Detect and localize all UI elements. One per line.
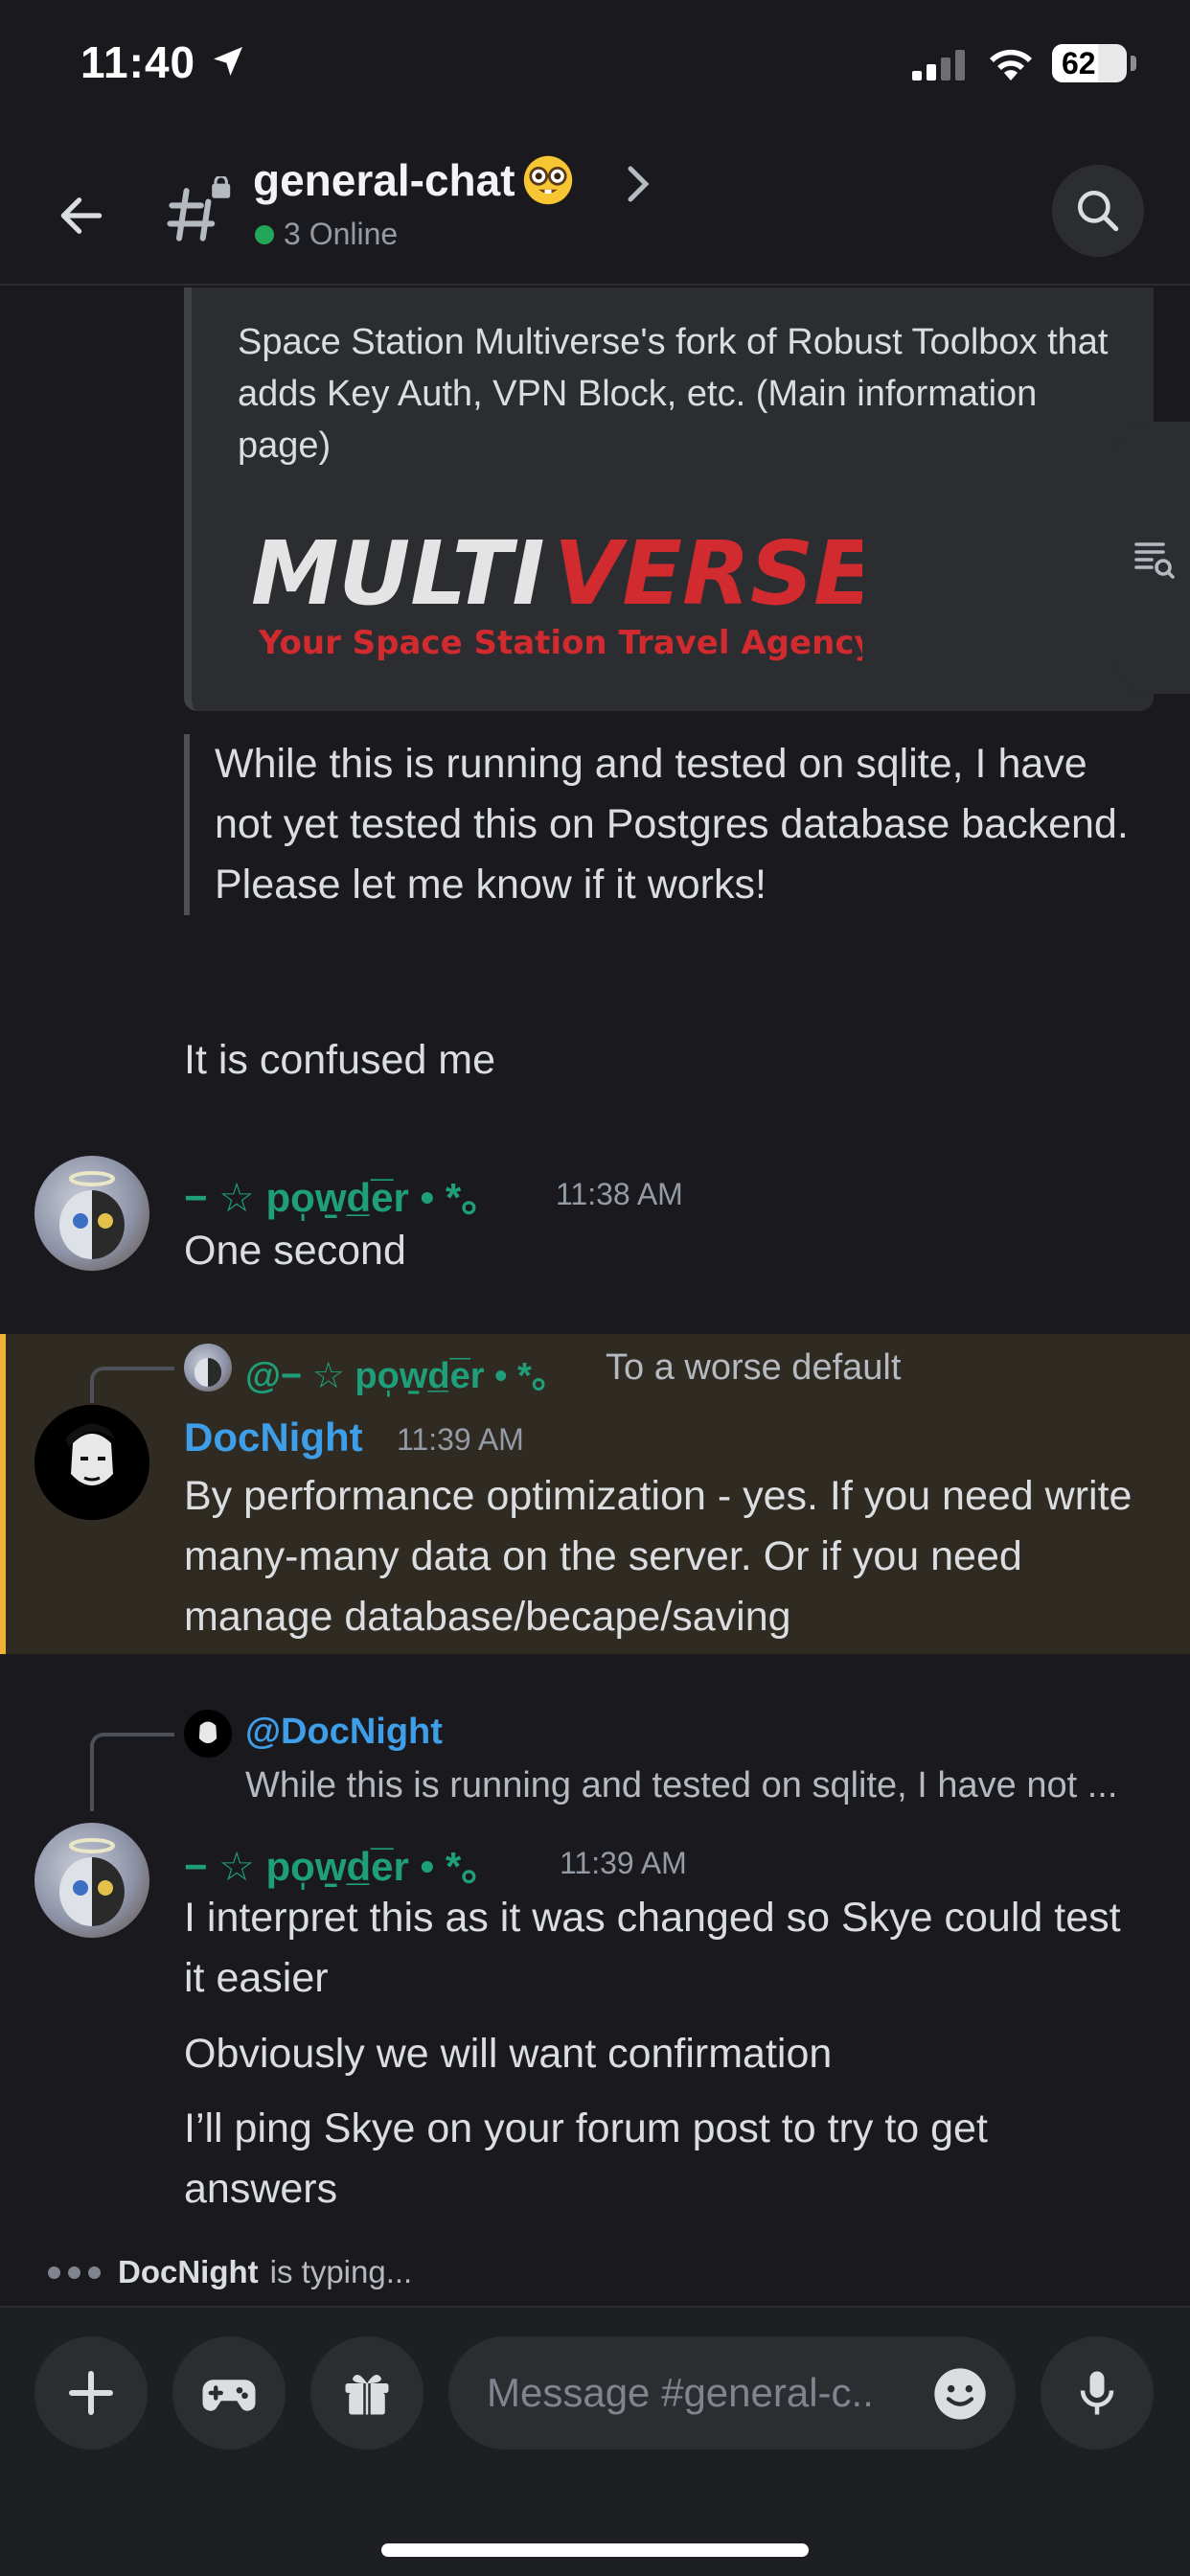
home-indicator[interactable]	[381, 2543, 809, 2557]
nerd-face-emoji-icon	[521, 153, 575, 207]
cellular-signal-icon	[912, 50, 970, 85]
online-count: 3 Online	[284, 217, 399, 251]
voice-message-button[interactable]	[1041, 2336, 1154, 2450]
locked-channel-hash-icon	[161, 174, 234, 254]
message-text: I interpret this as it was changed so Sk…	[184, 1895, 1121, 2001]
message-text: It is confused me	[184, 1037, 496, 1083]
svg-text:VERSE: VERSE	[554, 522, 862, 625]
message-input[interactable]: Message #general-c..	[448, 2336, 1016, 2450]
gift-button[interactable]	[310, 2336, 423, 2450]
message-text: I’ll ping Skye on your forum post to try…	[184, 2105, 988, 2212]
reply-preview[interactable]: To a worse default	[606, 1347, 1142, 1389]
typing-user: DocNight	[118, 2254, 259, 2289]
reply-connector	[90, 1367, 174, 1403]
channel-name: general-chat	[253, 155, 515, 205]
gamepad-icon	[202, 2380, 256, 2411]
reply-mention[interactable]: @DocNight	[245, 1712, 443, 1753]
reply-avatar	[184, 1344, 232, 1392]
message-author[interactable]: − ☆ po̩w̱d̲e̅r • *。	[184, 1834, 501, 1893]
message-input-placeholder: Message #general-c..	[487, 2370, 874, 2415]
channel-header: general-chat 3 Online	[0, 134, 1190, 286]
avatar[interactable]	[34, 1156, 149, 1271]
avatar[interactable]	[34, 1823, 149, 1938]
message-timestamp: 11:38 AM	[556, 1177, 683, 1211]
reply-preview[interactable]: While this is running and tested on sqli…	[245, 1765, 1165, 1806]
message-timestamp: 11:39 AM	[560, 1846, 687, 1880]
typing-indicator: DocNight is typing...	[48, 2254, 412, 2290]
activities-button[interactable]	[172, 2336, 286, 2450]
microphone-icon	[1080, 2371, 1114, 2415]
message-text: By performance optimization - yes. If yo…	[184, 1473, 1133, 1640]
online-dot-icon	[255, 224, 274, 244]
message-author[interactable]: DocNight	[184, 1414, 363, 1460]
reply-mention[interactable]: @− ☆ po̩w̱d̲e̅r • *。	[245, 1346, 568, 1398]
message-author[interactable]: − ☆ po̩w̱d̲e̅r • *。	[184, 1165, 501, 1224]
avatar[interactable]	[34, 1405, 149, 1520]
multiverse-logo-image[interactable]: MULTI VERSE Your Space Station Travel Ag…	[249, 518, 876, 666]
status-time: 11:40	[80, 37, 196, 87]
reply-avatar	[184, 1710, 232, 1758]
plus-icon	[69, 2371, 113, 2415]
svg-text:MULTI: MULTI	[251, 522, 545, 625]
back-button[interactable]	[48, 182, 115, 249]
member-list-tab[interactable]	[1117, 422, 1190, 694]
battery-tip	[1131, 56, 1136, 71]
location-arrow-icon	[209, 42, 247, 85]
add-attachment-button[interactable]	[34, 2336, 148, 2450]
list-search-icon	[1134, 542, 1175, 579]
block-quote: While this is running and tested on sqli…	[184, 734, 1142, 915]
emoji-picker-icon[interactable]	[929, 2363, 991, 2429]
link-embed[interactable]: Space Station Multiverse's fork of Robus…	[184, 288, 1154, 711]
reply-connector	[90, 1733, 174, 1811]
chevron-right-icon[interactable]	[625, 163, 652, 210]
typing-dots-icon	[48, 2266, 101, 2279]
message-text: One second	[184, 1228, 406, 1274]
svg-text:Your Space Station Travel Agen: Your Space Station Travel Agency	[258, 624, 862, 661]
search-icon	[1077, 190, 1119, 232]
embed-description: Space Station Multiverse's fork of Robus…	[238, 322, 1109, 466]
gift-icon	[345, 2375, 389, 2415]
channel-title[interactable]: general-chat	[253, 153, 575, 207]
battery-indicator: 62	[1052, 44, 1127, 82]
battery-level: 62	[1062, 45, 1096, 80]
message-text: Obviously we will want confirmation	[184, 2031, 833, 2077]
message-timestamp: 11:39 AM	[397, 1422, 524, 1457]
search-button[interactable]	[1052, 165, 1144, 257]
message-composer: Message #general-c..	[0, 2306, 1190, 2576]
online-status: 3 Online	[255, 217, 398, 252]
arrow-left-icon	[60, 197, 103, 234]
status-bar: 11:40 62	[0, 0, 1190, 134]
typing-suffix: is typing...	[269, 2254, 413, 2289]
wifi-icon	[987, 46, 1035, 87]
